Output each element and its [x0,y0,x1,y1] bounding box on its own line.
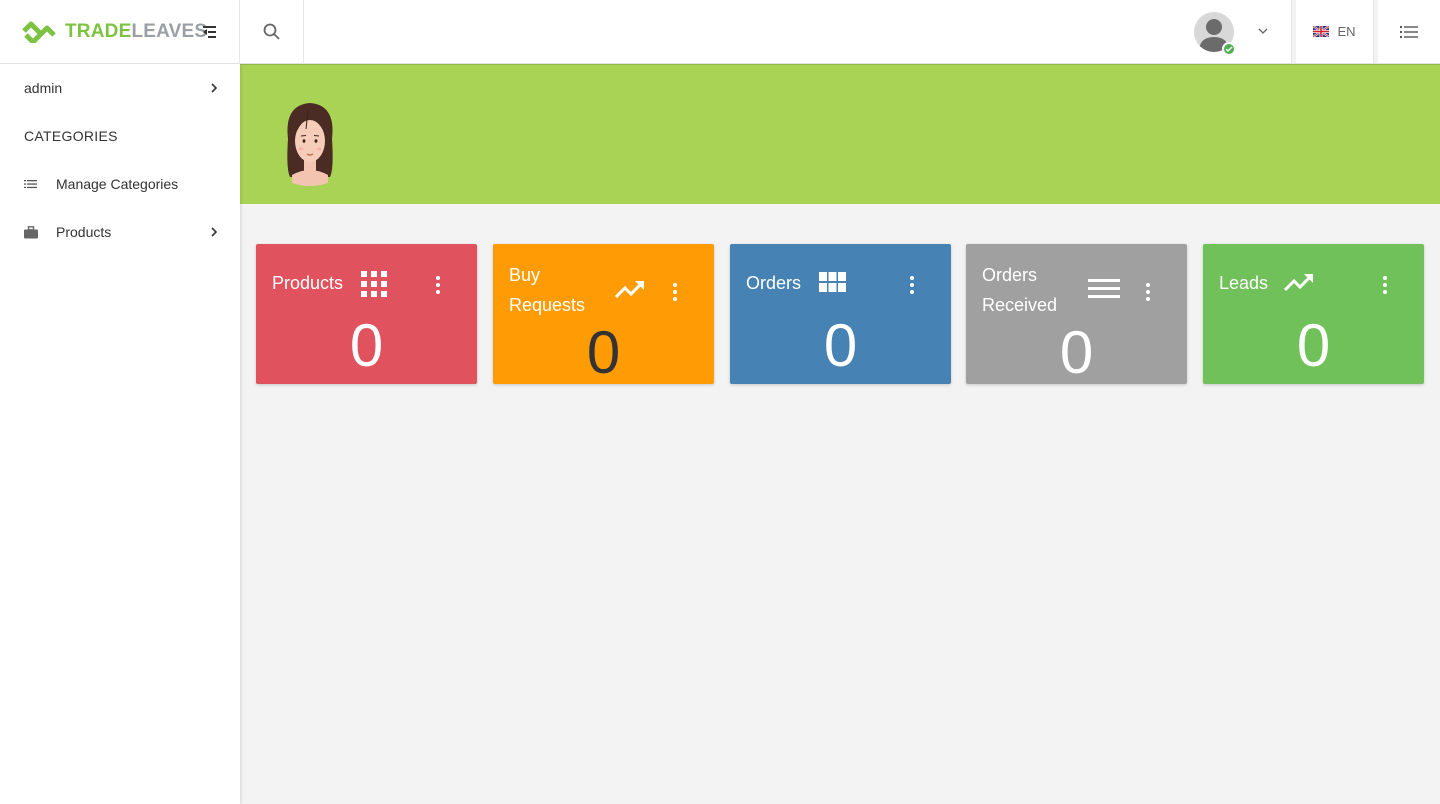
search-button[interactable] [240,0,304,64]
card-title: Orders Received [982,265,1058,315]
sidebar-user-admin[interactable]: admin [0,64,240,112]
sidebar-item-products[interactable]: Products [0,208,240,256]
sidebar-item-manage-categories[interactable]: Manage Categories [0,160,240,208]
card-value: 0 [823,312,858,379]
card-title: Buy Requests [509,265,586,315]
card-title: Leads [1219,273,1269,293]
sidebar-item-label: Products [56,224,112,240]
card-more-options-icon[interactable] [1143,283,1153,301]
chevron-right-icon [211,227,218,237]
top-header: TRADELEAVES EN [0,0,1440,64]
card-value: 0 [349,312,384,379]
stat-card-orders: Orders 0 [730,244,951,384]
card-more-options-icon[interactable] [907,276,917,294]
tradeleaves-logo-icon [22,21,56,43]
briefcase-icon [24,225,40,239]
sidebar-section-categories: CATEGORIES [24,128,118,144]
online-status-badge [1222,42,1236,56]
list-menu-icon [1400,25,1418,38]
stat-card-buy-requests: Buy Requests 0 [493,244,714,384]
user-menu[interactable] [1184,0,1292,63]
language-label: EN [1337,24,1356,39]
stat-card-leads: Leads 0 [1203,244,1424,384]
collapse-sidebar-icon[interactable] [200,23,218,41]
card-title: Orders [746,273,802,293]
card-more-options-icon[interactable] [433,276,443,294]
stat-card-products: Products 0 [256,244,477,384]
chevron-down-icon [1258,28,1268,34]
profile-banner [240,64,1440,204]
card-value: 0 [1059,319,1094,386]
card-more-options-icon[interactable] [670,283,680,301]
chevron-right-icon [211,83,218,93]
sidebar: admin CATEGORIES Manage Categories Produ… [0,64,240,804]
profile-avatar-illustration [287,103,333,186]
menu-lines-icon [1088,279,1120,298]
search-icon [263,23,280,40]
brand-name: TRADELEAVES [65,21,208,42]
quick-menu-button[interactable] [1374,0,1440,63]
check-icon [1225,46,1233,52]
trending-up-icon [614,281,644,299]
apps-grid-icon [361,271,387,297]
card-more-options-icon[interactable] [1380,276,1390,294]
card-title: Products [272,273,344,293]
language-selector[interactable]: EN [1292,0,1374,63]
card-value: 0 [1296,312,1331,379]
sidebar-item-label: Manage Categories [56,176,179,192]
uk-flag-icon [1313,26,1330,37]
list-icon [24,179,40,189]
brand: TRADELEAVES [0,0,240,64]
sidebar-user-label: admin [24,80,63,96]
trending-up-icon [1283,274,1313,292]
stat-card-orders-received: Orders Received 0 [966,244,1187,384]
grid-icon [819,272,846,292]
card-value: 0 [586,319,621,386]
